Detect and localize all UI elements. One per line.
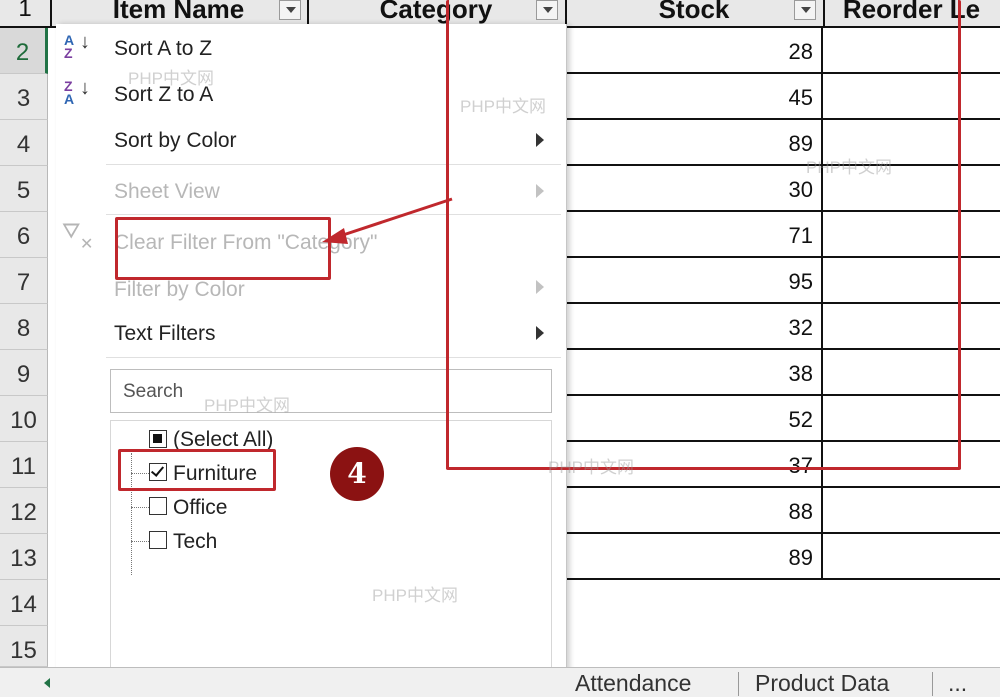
watermark: PHP中文网 (460, 97, 546, 116)
tab-divider (738, 672, 739, 696)
tab-attendance[interactable]: Attendance (575, 670, 691, 697)
watermark: PHP中文网 (806, 158, 892, 177)
watermark: PHP中文网 (204, 396, 290, 415)
watermark: PHP中文网 (128, 69, 214, 88)
watermark: PHP中文网 (372, 586, 458, 605)
step-badge: 4 (330, 447, 384, 501)
watermark: PHP中文网 (548, 458, 634, 477)
scroll-left-icon[interactable] (44, 678, 50, 688)
tab-divider (932, 672, 933, 696)
annotation-arrow-line (339, 197, 453, 238)
tab-product-data[interactable]: Product Data (755, 670, 889, 697)
annotation-arrow-head (322, 228, 348, 244)
sheet-tab-bar: Attendance Product Data ... (0, 667, 1000, 697)
tab-more[interactable]: ... (948, 670, 967, 697)
